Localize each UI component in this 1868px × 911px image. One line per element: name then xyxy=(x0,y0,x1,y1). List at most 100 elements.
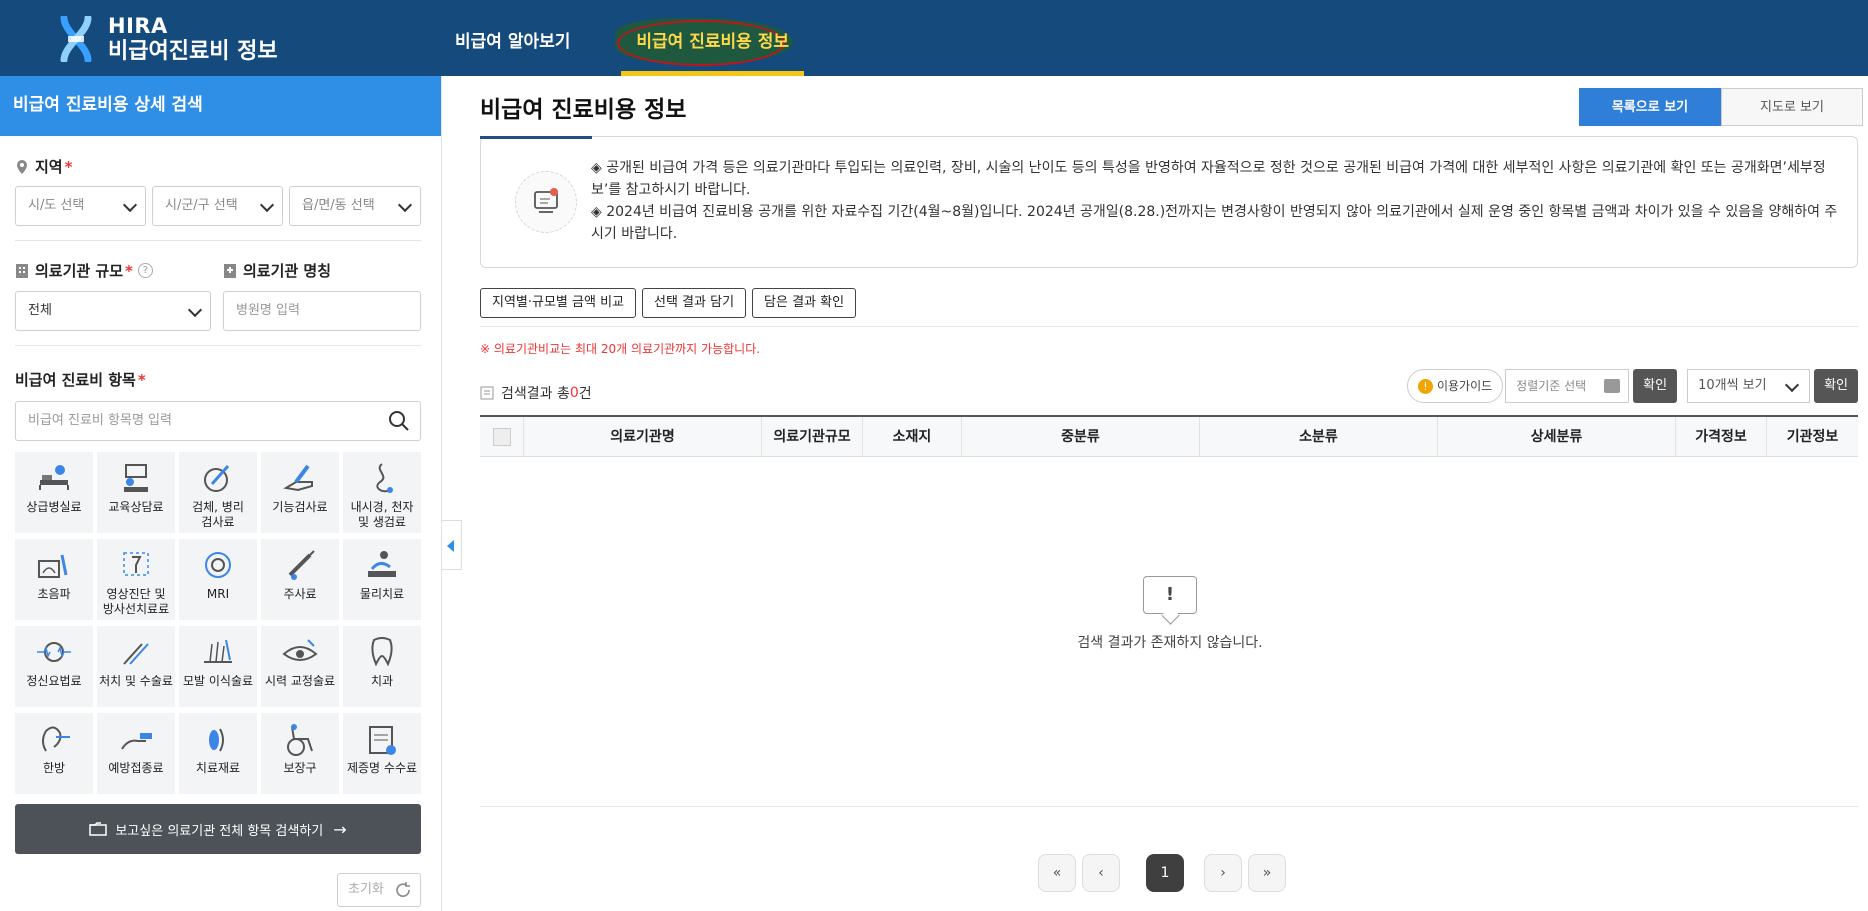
nav-nonbenefit-cost-info[interactable]: 비급여 진료비용 정보 xyxy=(615,0,804,76)
page-title: 비급여 진료비용 정보 xyxy=(480,97,687,123)
category-tile[interactable]: 초음파 xyxy=(15,539,93,620)
sort-confirm-button[interactable]: 확인 xyxy=(1633,369,1678,403)
compare-region-scale-button[interactable]: 지역별·규모별 금액 비교 xyxy=(480,288,636,318)
sidebar-title: 비급여 진료비용 상세 검색 xyxy=(0,76,441,136)
category-tile[interactable]: 시력 교정술료 xyxy=(261,626,339,707)
list-icon xyxy=(480,386,494,400)
category-tile[interactable]: 치료재료 xyxy=(179,713,257,794)
col-header[interactable]: 의료기관규모 xyxy=(762,417,863,457)
hospital-name-input[interactable]: 병원명 입력 xyxy=(223,291,421,331)
material-icon xyxy=(209,728,224,752)
global-nav: 비급여 알아보기 비급여 진료비용 정보 xyxy=(440,0,840,76)
physio-icon xyxy=(368,551,396,577)
search-icon xyxy=(389,411,409,431)
page-size-confirm-button[interactable]: 확인 xyxy=(1814,369,1858,403)
col-header[interactable]: 상세분류 xyxy=(1438,417,1676,457)
location-pin-icon xyxy=(17,159,27,174)
hospital-icon xyxy=(224,263,236,278)
category-tile[interactable]: 교육상담료 xyxy=(97,452,175,533)
building-icon xyxy=(16,263,28,278)
item-search-input[interactable]: 비급여 진료비 항목명 입력 xyxy=(15,401,421,441)
function-test-icon xyxy=(283,464,313,492)
category-tile[interactable]: 영상진단 및 방사선치료료 xyxy=(97,539,175,620)
top-header: HIRA 비급여진료비 정보 비급여 알아보기 비급여 진료비용 정보 xyxy=(0,0,1868,76)
acupuncture-icon xyxy=(42,726,70,752)
first-page-icon[interactable]: « xyxy=(1038,854,1076,892)
empty-state: ! 검색 결과가 존재하지 않습니다. xyxy=(980,576,1360,652)
col-header[interactable]: 소재지 xyxy=(863,417,962,457)
category-tile[interactable]: 제증명 수수료 xyxy=(343,713,421,794)
divider xyxy=(480,806,1858,807)
hira-logo-icon xyxy=(60,14,92,64)
category-tile[interactable]: 내시경, 천자 및 생검료 xyxy=(343,452,421,533)
category-tile[interactable]: 상급병실료 xyxy=(15,452,93,533)
logo-title: HIRA xyxy=(108,14,168,38)
tab-list-view[interactable]: 목록으로 보기 xyxy=(1579,88,1721,126)
add-selection-button[interactable]: 선택 결과 담기 xyxy=(642,288,747,318)
col-header[interactable]: 소분류 xyxy=(1200,417,1438,457)
nav-learn-nonbenefit[interactable]: 비급여 알아보기 xyxy=(440,0,585,76)
prev-page-icon[interactable]: ‹ xyxy=(1082,854,1120,892)
list-lines-icon xyxy=(1604,379,1621,393)
notice-line: ◈ 2024년 비급여 진료비용 공개를 위한 자료수집 기간(4월~8월)입니… xyxy=(591,204,1838,242)
col-header[interactable]: 의료기관명 xyxy=(524,417,762,457)
sigungu-select[interactable]: 시/군/구 선택 xyxy=(152,186,283,226)
chevron-down-icon xyxy=(1785,377,1800,393)
ultrasound-icon xyxy=(38,554,68,578)
test-icon xyxy=(204,465,230,492)
radiology-icon xyxy=(123,552,149,576)
endoscope-icon xyxy=(376,463,393,493)
eupmyeondong-select[interactable]: 읍/면/동 선택 xyxy=(289,186,421,226)
sidebar-collapse-toggle[interactable] xyxy=(442,520,462,570)
col-header[interactable]: 중분류 xyxy=(962,417,1200,457)
search-all-items-button[interactable]: 보고싶은 의료기관 전체 항목 검색하기 → xyxy=(15,804,421,854)
chevron-down-icon xyxy=(187,302,203,318)
category-tile[interactable]: 기능검사료 xyxy=(261,452,339,533)
compare-limit-warning: ※ 의료기관비교는 최대 20개 의료기관까지 가능합니다. xyxy=(480,342,761,356)
category-tile[interactable]: 치과 xyxy=(343,626,421,707)
page-size-select[interactable]: 10개씩 보기 xyxy=(1687,369,1811,403)
category-tile[interactable]: 모발 이식술료 xyxy=(179,626,257,707)
mri-icon xyxy=(205,552,231,578)
result-count: 검색결과 총0건 xyxy=(480,383,592,403)
refresh-icon xyxy=(396,882,410,897)
last-page-icon[interactable]: » xyxy=(1248,854,1286,892)
category-tile[interactable]: 처치 및 수술료 xyxy=(97,626,175,707)
empty-message: 검색 결과가 존재하지 않습니다. xyxy=(1077,635,1263,651)
vaccine-icon xyxy=(121,733,152,750)
select-all-checkbox[interactable] xyxy=(492,428,511,446)
sort-select[interactable]: 정렬기준 선택 xyxy=(1505,369,1630,403)
view-tabs: 목록으로 보기 지도로 보기 xyxy=(1579,88,1863,126)
tooth-icon xyxy=(371,637,393,667)
hira-logo[interactable]: HIRA 비급여진료비 정보 xyxy=(60,14,278,64)
reset-button[interactable]: 초기화 xyxy=(337,873,421,907)
sido-select[interactable]: 시/도 선택 xyxy=(15,186,146,226)
category-tile[interactable]: 예방접종료 xyxy=(97,713,175,794)
injection-icon xyxy=(288,550,315,580)
category-tile[interactable]: 검체, 병리 검사료 xyxy=(179,452,257,533)
wheelchair-icon xyxy=(287,724,313,756)
next-page-icon[interactable]: › xyxy=(1204,854,1242,892)
divider xyxy=(15,345,421,346)
scale-select[interactable]: 전체 xyxy=(15,291,211,331)
usage-guide-button[interactable]: ! 이용가이드 xyxy=(1406,369,1504,403)
brain-icon xyxy=(37,642,71,662)
divider xyxy=(15,240,421,241)
view-saved-button[interactable]: 담은 결과 확인 xyxy=(752,288,857,318)
select-all-cell xyxy=(480,417,524,457)
speech-bubble-icon: ! xyxy=(1143,576,1197,614)
chevron-down-icon xyxy=(122,197,138,213)
tab-map-view[interactable]: 지도로 보기 xyxy=(1721,88,1863,126)
col-header[interactable]: 기관정보 xyxy=(1767,417,1858,457)
help-icon[interactable]: ? xyxy=(137,263,153,278)
eye-icon xyxy=(282,639,318,661)
page-number[interactable]: 1 xyxy=(1146,854,1184,892)
col-header[interactable]: 가격정보 xyxy=(1676,417,1767,457)
category-tile[interactable]: 정신요법료 xyxy=(15,626,93,707)
results-table-header: 의료기관명 의료기관규모 소재지 중분류 소분류 상세분류 가격정보 기관정보 xyxy=(480,415,1858,457)
category-tile[interactable]: 물리치료 xyxy=(343,539,421,620)
category-tile[interactable]: 주사료 xyxy=(261,539,339,620)
category-tile[interactable]: 보장구 xyxy=(261,713,339,794)
category-tile[interactable]: 한방 xyxy=(15,713,93,794)
category-tile[interactable]: MRI xyxy=(179,539,257,620)
